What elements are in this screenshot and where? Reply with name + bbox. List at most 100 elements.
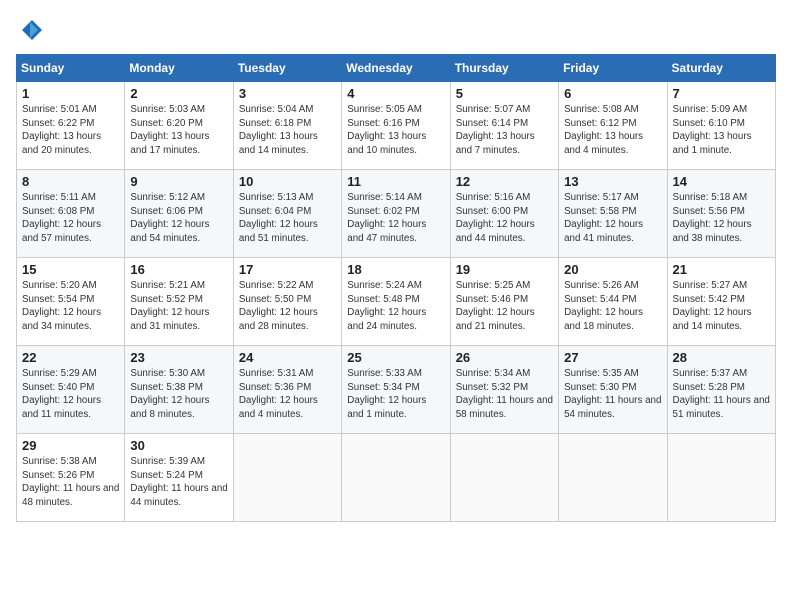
day-number: 23: [130, 350, 227, 365]
calendar-empty-cell: [342, 434, 450, 522]
page-header: [16, 16, 776, 44]
calendar-day-20: 20 Sunrise: 5:26 AMSunset: 5:44 PMDayligh…: [559, 258, 667, 346]
calendar-day-26: 26Sunrise: 5:34 AMSunset: 5:32 PMDayligh…: [450, 346, 558, 434]
day-info: Sunrise: 5:37 AMSunset: 5:28 PMDaylight:…: [673, 367, 770, 422]
calendar-day-9: 9 Sunrise: 5:12 AMSunset: 6:06 PMDaylight…: [125, 170, 233, 258]
day-number: 27: [564, 350, 661, 365]
day-info: Sunrise: 5:16 AMSunset: 6:00 PMDaylight:…: [456, 191, 553, 246]
calendar-day-30: 30 Sunrise: 5:39 AMSunset: 5:24 PMDayligh…: [125, 434, 233, 522]
day-info: Sunrise: 5:26 AMSunset: 5:44 PMDaylight:…: [564, 279, 661, 334]
weekday-header-tuesday: Tuesday: [233, 55, 341, 82]
day-info: Sunrise: 5:01 AMSunset: 6:22 PMDaylight:…: [22, 103, 119, 158]
day-info: Sunrise: 5:13 AMSunset: 6:04 PMDaylight:…: [239, 191, 336, 246]
weekday-header-friday: Friday: [559, 55, 667, 82]
day-number: 9: [130, 174, 227, 189]
day-number: 28: [673, 350, 770, 365]
day-number: 10: [239, 174, 336, 189]
calendar-day-27: 27 Sunrise: 5:35 AMSunset: 5:30 PMDayligh…: [559, 346, 667, 434]
day-info: Sunrise: 5:30 AMSunset: 5:38 PMDaylight:…: [130, 367, 227, 422]
day-info: Sunrise: 5:31 AMSunset: 5:36 PMDaylight:…: [239, 367, 336, 422]
day-number: 25: [347, 350, 444, 365]
day-info: Sunrise: 5:33 AMSunset: 5:34 PMDaylight:…: [347, 367, 444, 422]
day-info: Sunrise: 5:05 AMSunset: 6:16 PMDaylight:…: [347, 103, 444, 158]
day-number: 19: [456, 262, 553, 277]
day-info: Sunrise: 5:25 AMSunset: 5:46 PMDaylight:…: [456, 279, 553, 334]
day-info: Sunrise: 5:27 AMSunset: 5:42 PMDaylight:…: [673, 279, 770, 334]
calendar-day-6: 6 Sunrise: 5:08 AMSunset: 6:12 PMDaylight…: [559, 82, 667, 170]
day-number: 21: [673, 262, 770, 277]
day-info: Sunrise: 5:20 AMSunset: 5:54 PMDaylight:…: [22, 279, 119, 334]
calendar-week-5: 29Sunrise: 5:38 AMSunset: 5:26 PMDayligh…: [17, 434, 776, 522]
calendar-day-14: 14Sunrise: 5:18 AMSunset: 5:56 PMDayligh…: [667, 170, 775, 258]
calendar-day-7: 7Sunrise: 5:09 AMSunset: 6:10 PMDaylight…: [667, 82, 775, 170]
day-info: Sunrise: 5:12 AMSunset: 6:06 PMDaylight:…: [130, 191, 227, 246]
day-number: 18: [347, 262, 444, 277]
calendar-day-15: 15 Sunrise: 5:20 AMSunset: 5:54 PMDayligh…: [17, 258, 125, 346]
day-number: 22: [22, 350, 119, 365]
logo-icon: [16, 16, 44, 44]
day-info: Sunrise: 5:07 AMSunset: 6:14 PMDaylight:…: [456, 103, 553, 158]
calendar-day-17: 17 Sunrise: 5:22 AMSunset: 5:50 PMDayligh…: [233, 258, 341, 346]
day-number: 8: [22, 174, 119, 189]
day-number: 6: [564, 86, 661, 101]
day-info: Sunrise: 5:34 AMSunset: 5:32 PMDaylight:…: [456, 367, 553, 422]
day-number: 30: [130, 438, 227, 453]
logo-image: [16, 16, 46, 44]
day-info: Sunrise: 5:17 AMSunset: 5:58 PMDaylight:…: [564, 191, 661, 246]
day-number: 17: [239, 262, 336, 277]
calendar-empty-cell: [450, 434, 558, 522]
calendar-week-4: 22 Sunrise: 5:29 AMSunset: 5:40 PMDayligh…: [17, 346, 776, 434]
day-info: Sunrise: 5:14 AMSunset: 6:02 PMDaylight:…: [347, 191, 444, 246]
day-info: Sunrise: 5:38 AMSunset: 5:26 PMDaylight:…: [22, 455, 119, 510]
calendar-empty-cell: [559, 434, 667, 522]
weekday-header-thursday: Thursday: [450, 55, 558, 82]
calendar-day-21: 21 Sunrise: 5:27 AMSunset: 5:42 PMDayligh…: [667, 258, 775, 346]
calendar-day-16: 16 Sunrise: 5:21 AMSunset: 5:52 PMDayligh…: [125, 258, 233, 346]
day-info: Sunrise: 5:03 AMSunset: 6:20 PMDaylight:…: [130, 103, 227, 158]
calendar-day-23: 23 Sunrise: 5:30 AMSunset: 5:38 PMDayligh…: [125, 346, 233, 434]
calendar-day-18: 18 Sunrise: 5:24 AMSunset: 5:48 PMDayligh…: [342, 258, 450, 346]
day-number: 11: [347, 174, 444, 189]
day-number: 13: [564, 174, 661, 189]
day-info: Sunrise: 5:29 AMSunset: 5:40 PMDaylight:…: [22, 367, 119, 422]
calendar-day-1: 1 Sunrise: 5:01 AMSunset: 6:22 PMDaylight…: [17, 82, 125, 170]
calendar-header-row: SundayMondayTuesdayWednesdayThursdayFrid…: [17, 55, 776, 82]
day-info: Sunrise: 5:08 AMSunset: 6:12 PMDaylight:…: [564, 103, 661, 158]
calendar-day-24: 24Sunrise: 5:31 AMSunset: 5:36 PMDayligh…: [233, 346, 341, 434]
day-info: Sunrise: 5:11 AMSunset: 6:08 PMDaylight:…: [22, 191, 119, 246]
weekday-header-saturday: Saturday: [667, 55, 775, 82]
day-number: 5: [456, 86, 553, 101]
calendar-week-1: 1 Sunrise: 5:01 AMSunset: 6:22 PMDaylight…: [17, 82, 776, 170]
day-number: 20: [564, 262, 661, 277]
logo: [16, 16, 46, 44]
calendar-day-28: 28 Sunrise: 5:37 AMSunset: 5:28 PMDayligh…: [667, 346, 775, 434]
weekday-header-monday: Monday: [125, 55, 233, 82]
day-number: 15: [22, 262, 119, 277]
day-number: 2: [130, 86, 227, 101]
day-info: Sunrise: 5:09 AMSunset: 6:10 PMDaylight:…: [673, 103, 770, 158]
calendar-day-11: 11 Sunrise: 5:14 AMSunset: 6:02 PMDayligh…: [342, 170, 450, 258]
day-number: 4: [347, 86, 444, 101]
calendar-day-19: 19 Sunrise: 5:25 AMSunset: 5:46 PMDayligh…: [450, 258, 558, 346]
day-number: 14: [673, 174, 770, 189]
day-info: Sunrise: 5:22 AMSunset: 5:50 PMDaylight:…: [239, 279, 336, 334]
day-number: 1: [22, 86, 119, 101]
calendar-day-22: 22 Sunrise: 5:29 AMSunset: 5:40 PMDayligh…: [17, 346, 125, 434]
calendar-day-13: 13 Sunrise: 5:17 AMSunset: 5:58 PMDayligh…: [559, 170, 667, 258]
calendar-day-4: 4 Sunrise: 5:05 AMSunset: 6:16 PMDaylight…: [342, 82, 450, 170]
day-number: 3: [239, 86, 336, 101]
calendar-empty-cell: [233, 434, 341, 522]
calendar-day-5: 5 Sunrise: 5:07 AMSunset: 6:14 PMDaylight…: [450, 82, 558, 170]
day-info: Sunrise: 5:24 AMSunset: 5:48 PMDaylight:…: [347, 279, 444, 334]
day-info: Sunrise: 5:04 AMSunset: 6:18 PMDaylight:…: [239, 103, 336, 158]
day-number: 16: [130, 262, 227, 277]
calendar-day-2: 2 Sunrise: 5:03 AMSunset: 6:20 PMDaylight…: [125, 82, 233, 170]
weekday-header-wednesday: Wednesday: [342, 55, 450, 82]
calendar-day-10: 10 Sunrise: 5:13 AMSunset: 6:04 PMDayligh…: [233, 170, 341, 258]
calendar-table: SundayMondayTuesdayWednesdayThursdayFrid…: [16, 54, 776, 522]
day-info: Sunrise: 5:21 AMSunset: 5:52 PMDaylight:…: [130, 279, 227, 334]
day-info: Sunrise: 5:39 AMSunset: 5:24 PMDaylight:…: [130, 455, 227, 510]
calendar-week-3: 15 Sunrise: 5:20 AMSunset: 5:54 PMDayligh…: [17, 258, 776, 346]
day-info: Sunrise: 5:35 AMSunset: 5:30 PMDaylight:…: [564, 367, 661, 422]
calendar-empty-cell: [667, 434, 775, 522]
